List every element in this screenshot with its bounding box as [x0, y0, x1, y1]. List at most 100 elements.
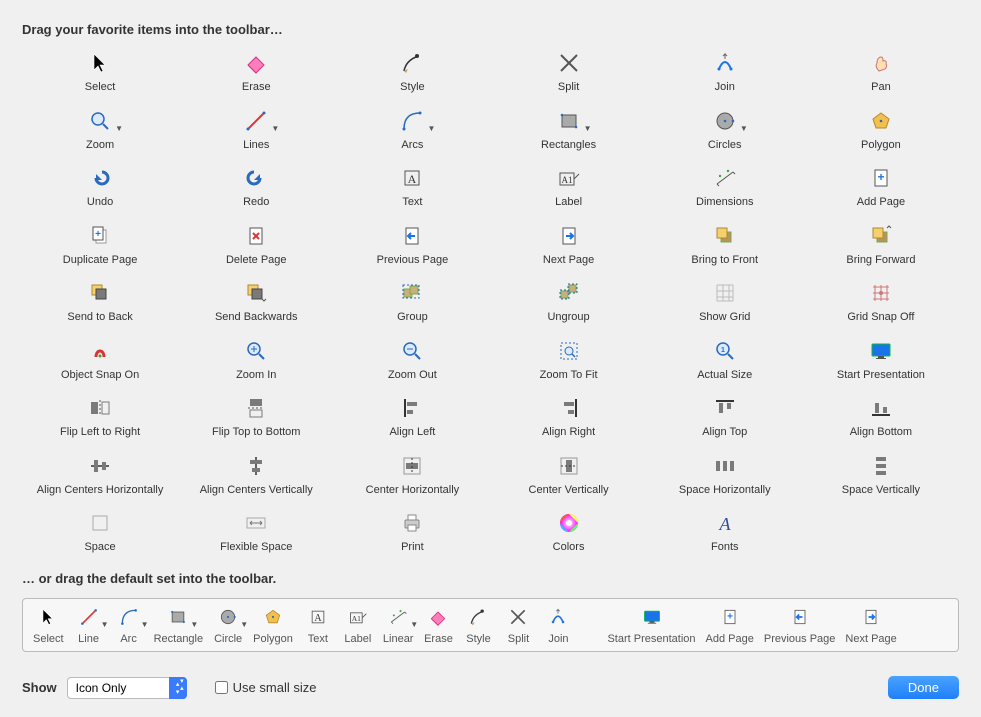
- aligntop-icon: [704, 394, 746, 422]
- toolbar-item[interactable]: Next Page: [491, 216, 647, 272]
- toolbar-item[interactable]: Zoom Out: [334, 331, 490, 387]
- item-label: Lines: [243, 139, 269, 151]
- item-label: Duplicate Page: [63, 254, 138, 266]
- toolbar-item[interactable]: Join: [647, 43, 803, 99]
- toolbar-item[interactable]: + Duplicate Page: [22, 216, 178, 272]
- redo-icon: [235, 164, 277, 192]
- item-label: Label: [555, 196, 582, 208]
- dropdown-indicator-icon: ▼: [427, 124, 435, 133]
- toolbar-item[interactable]: Delete Page: [178, 216, 334, 272]
- item-label: Center Horizontally: [366, 484, 460, 496]
- toolbar-item[interactable]: Align Left: [334, 388, 490, 444]
- item-label: Colors: [553, 541, 585, 553]
- toolbar-item[interactable]: Select: [22, 43, 178, 99]
- alignbottom-icon: [860, 394, 902, 422]
- default-item-label: Add Page: [706, 633, 754, 645]
- toolbar-item[interactable]: A Text: [334, 158, 490, 214]
- toolbar-item[interactable]: Undo: [22, 158, 178, 214]
- toolbar-item[interactable]: Bring Forward: [803, 216, 959, 272]
- toolbar-item[interactable]: ▼ Lines: [178, 101, 334, 157]
- toolbar-item[interactable]: Colors: [491, 503, 647, 559]
- default-item-label: Previous Page: [764, 633, 836, 645]
- toolbar-item[interactable]: A1 Label: [491, 158, 647, 214]
- default-toolbar-item[interactable]: ▼ Rectangle: [150, 605, 208, 645]
- item-label: Align Left: [389, 426, 435, 438]
- default-toolbar-item[interactable]: Polygon: [249, 605, 297, 645]
- toolbar-item[interactable]: Align Right: [491, 388, 647, 444]
- item-label: Previous Page: [377, 254, 449, 266]
- toolbar-item[interactable]: Align Centers Vertically: [178, 446, 334, 502]
- toolbar-item[interactable]: Ungroup: [491, 273, 647, 329]
- delpage-icon: [235, 222, 277, 250]
- dropdown-indicator-icon: ▼: [410, 620, 418, 629]
- toolbar-item[interactable]: Group: [334, 273, 490, 329]
- toolbar-item[interactable]: Send to Back: [22, 273, 178, 329]
- default-toolbar-item[interactable]: Start Presentation: [603, 605, 699, 645]
- toolbar-item[interactable]: Object Snap On: [22, 331, 178, 387]
- default-toolbar-item[interactable]: Split: [499, 605, 537, 645]
- default-toolbar-item[interactable]: ▼ Line: [70, 605, 108, 645]
- toolbar-item[interactable]: Space Vertically: [803, 446, 959, 502]
- default-toolbar-item[interactable]: Style: [459, 605, 497, 645]
- toolbar-item[interactable]: Align Centers Horizontally: [22, 446, 178, 502]
- default-toolbar-item[interactable]: ▼ Arc: [110, 605, 148, 645]
- item-label: Align Top: [702, 426, 747, 438]
- default-item-label: Label: [344, 633, 371, 645]
- toolbar-item[interactable]: Zoom To Fit: [491, 331, 647, 387]
- toolbar-item[interactable]: Center Horizontally: [334, 446, 490, 502]
- toolbar-item[interactable]: Previous Page: [334, 216, 490, 272]
- toolbar-item[interactable]: ▼ Zoom: [22, 101, 178, 157]
- group-icon: [391, 279, 433, 307]
- toolbar-item[interactable]: ▼ Arcs: [334, 101, 490, 157]
- default-toolbar-item[interactable]: Previous Page: [760, 605, 840, 645]
- toolbar-item[interactable]: Space Horizontally: [647, 446, 803, 502]
- toolbar-item[interactable]: 1 Actual Size: [647, 331, 803, 387]
- toolbar-item[interactable]: Align Top: [647, 388, 803, 444]
- toolbar-item[interactable]: Erase: [178, 43, 334, 99]
- view-mode-select[interactable]: Icon Only: [67, 677, 187, 699]
- toolbar-item[interactable]: Bring to Front: [647, 216, 803, 272]
- toolbar-item[interactable]: Flexible Space: [178, 503, 334, 559]
- toolbar-item[interactable]: Start Presentation: [803, 331, 959, 387]
- default-toolbar-item[interactable]: A Text: [299, 605, 337, 645]
- toolbar-item[interactable]: + Add Page: [803, 158, 959, 214]
- default-toolbar-item[interactable]: Join: [539, 605, 577, 645]
- toolbar-item[interactable]: Flip Top to Bottom: [178, 388, 334, 444]
- toolbar-item[interactable]: ▼ Circles: [647, 101, 803, 157]
- toolbar-item[interactable]: Print: [334, 503, 490, 559]
- default-toolbar-item[interactable]: Next Page: [841, 605, 900, 645]
- toolbar-item[interactable]: A Fonts: [647, 503, 803, 559]
- default-toolbar-item[interactable]: Select: [29, 605, 68, 645]
- centerh-icon: [391, 452, 433, 480]
- small-size-checkbox-wrap[interactable]: Use small size: [215, 680, 317, 695]
- default-toolbar-set[interactable]: Select ▼ Line ▼ Arc ▼ Rectangle ▼ Circle…: [22, 598, 959, 652]
- toolbar-item[interactable]: Redo: [178, 158, 334, 214]
- toolbar-item[interactable]: Zoom In: [178, 331, 334, 387]
- toolbar-item[interactable]: Split: [491, 43, 647, 99]
- default-toolbar-item[interactable]: A1 Label: [339, 605, 377, 645]
- default-toolbar-item[interactable]: ▼ Circle: [209, 605, 247, 645]
- toolbar-item[interactable]: Space: [22, 503, 178, 559]
- default-toolbar-item[interactable]: ▼ Linear: [379, 605, 418, 645]
- toolbar-item[interactable]: Polygon: [803, 101, 959, 157]
- toolbar-item[interactable]: Style: [334, 43, 490, 99]
- toolbar-item[interactable]: Show Grid: [647, 273, 803, 329]
- toolbar-item[interactable]: Flip Left to Right: [22, 388, 178, 444]
- footer-controls: Show Icon Only ▴▾ Use small size Done: [22, 676, 959, 699]
- toolbar-item[interactable]: Align Bottom: [803, 388, 959, 444]
- alignleft-icon: [391, 394, 433, 422]
- svg-text:A1: A1: [352, 614, 361, 623]
- done-button[interactable]: Done: [888, 676, 959, 699]
- toolbar-item[interactable]: Dimensions: [647, 158, 803, 214]
- toolbar-item[interactable]: Send Backwards: [178, 273, 334, 329]
- default-toolbar-item[interactable]: + Add Page: [702, 605, 758, 645]
- view-mode-select-wrap[interactable]: Icon Only ▴▾: [67, 677, 187, 699]
- item-label: Send Backwards: [215, 311, 298, 323]
- toolbar-item[interactable]: Grid Snap Off: [803, 273, 959, 329]
- default-toolbar-item[interactable]: Erase: [419, 605, 457, 645]
- toolbar-item[interactable]: Pan: [803, 43, 959, 99]
- dimensions-icon: [704, 164, 746, 192]
- toolbar-item[interactable]: ▼ Rectangles: [491, 101, 647, 157]
- small-size-checkbox[interactable]: [215, 681, 228, 694]
- toolbar-item[interactable]: Center Vertically: [491, 446, 647, 502]
